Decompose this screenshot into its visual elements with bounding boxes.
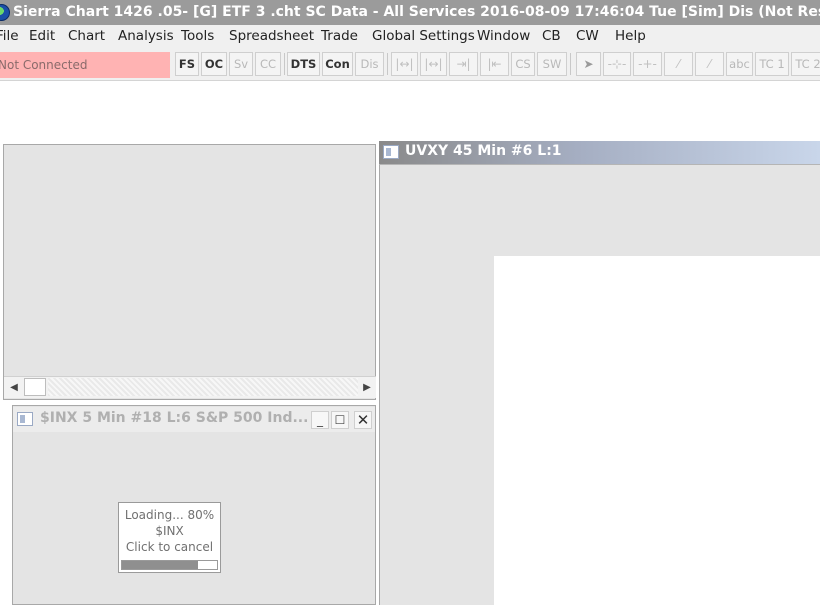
close-icon[interactable]: ✕ (354, 411, 372, 429)
maximize-icon[interactable]: ☐ (331, 411, 349, 429)
dis-button[interactable]: Dis (355, 52, 384, 76)
tc2-button[interactable]: TC 2 (791, 52, 820, 76)
chart-window-icon (17, 412, 33, 426)
menu-file[interactable]: File (0, 28, 19, 44)
menu-help[interactable]: Help (615, 28, 646, 44)
uvxy-window-title: UVXY 45 Min #6 L:1 (405, 143, 562, 159)
menu-cb[interactable]: CB (542, 28, 561, 44)
menu-trade[interactable]: Trade (321, 28, 358, 44)
loading-symbol: $INX (155, 524, 184, 538)
uvxy-chart-canvas[interactable] (494, 256, 820, 605)
cs-button[interactable]: CS (511, 52, 535, 76)
menu-window[interactable]: Window (477, 28, 530, 44)
oc-button[interactable]: OC (201, 52, 227, 76)
window-title: Sierra Chart 1426 .05- [G] ETF 3 .cht SC… (13, 4, 820, 20)
sierra-chart-globe-icon[interactable] (0, 4, 10, 21)
scale-expand-icon[interactable]: |↔| (391, 52, 418, 76)
cross-icon[interactable]: -+- (633, 52, 662, 76)
connection-status: Not Connected (0, 52, 170, 78)
toolbar-separator (570, 53, 571, 75)
sw-button[interactable]: SW (537, 52, 567, 76)
menu-cw[interactable]: CW (576, 28, 599, 44)
menu-analysis[interactable]: Analysis (118, 28, 174, 44)
con-button[interactable]: Con (322, 52, 353, 76)
tc1-button[interactable]: TC 1 (755, 52, 789, 76)
arrow-right-icon[interactable]: ▶ (360, 379, 374, 397)
crosshair-icon[interactable]: -⊹- (603, 52, 631, 76)
move-left-icon[interactable]: |⇤ (480, 52, 509, 76)
arrow-left-icon[interactable]: ◀ (5, 379, 23, 397)
menu-edit[interactable]: Edit (29, 28, 55, 44)
dts-button[interactable]: DTS (287, 52, 320, 76)
scrollbar-track[interactable] (48, 378, 358, 396)
scrollbar-thumb[interactable] (24, 378, 46, 396)
loading-progress-fill (122, 561, 198, 569)
toolbar: Not Connected FS OC Sv CC DTS Con Dis |↔… (0, 49, 820, 81)
minimize-icon[interactable]: _ (311, 411, 329, 429)
move-right-icon[interactable]: ⇥| (449, 52, 478, 76)
menu-global-settings[interactable]: Global Settings (372, 28, 475, 44)
title-bar: Sierra Chart 1426 .05- [G] ETF 3 .cht SC… (0, 0, 820, 25)
horizontal-scrollbar[interactable]: ◀ ▶ (4, 376, 376, 398)
sv-button[interactable]: Sv (229, 52, 253, 76)
line-tool-icon[interactable]: ⁄ (664, 52, 693, 76)
scale-fit-icon[interactable]: |↔| (420, 52, 447, 76)
menu-bar: File Edit Chart Analysis Tools Spreadshe… (0, 25, 820, 49)
chart-window-blank[interactable] (3, 144, 376, 400)
toolbar-separator (387, 53, 388, 75)
fs-button[interactable]: FS (175, 52, 199, 76)
loading-progress-bar (121, 560, 218, 570)
toolbar-separator (284, 53, 285, 75)
menu-tools[interactable]: Tools (181, 28, 214, 44)
loading-dialog[interactable]: Loading... 80% $INX Click to cancel (118, 502, 221, 573)
menu-chart[interactable]: Chart (68, 28, 105, 44)
pointer-icon[interactable]: ➤ (576, 52, 601, 76)
inx-window-title: $INX 5 Min #18 L:6 S&P 500 Ind... (40, 410, 309, 426)
ray-tool-icon[interactable]: ⁄ (695, 52, 724, 76)
chart-window-icon (383, 145, 399, 159)
loading-status: Loading... 80% (124, 508, 215, 522)
cc-button[interactable]: CC (255, 52, 281, 76)
menu-spreadsheet[interactable]: Spreadsheet (229, 28, 314, 44)
cancel-link[interactable]: Click to cancel (119, 540, 220, 554)
text-tool-button[interactable]: abc (726, 52, 753, 76)
